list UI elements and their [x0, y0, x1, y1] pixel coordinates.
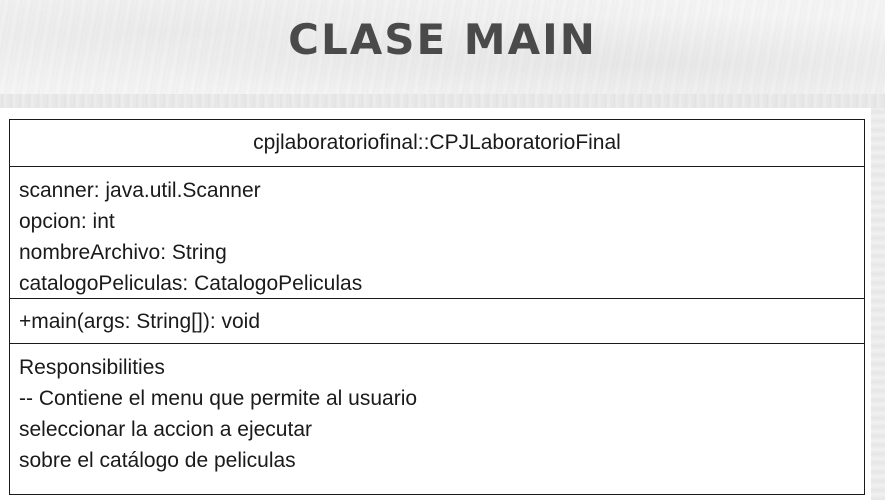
title-banner: CLASE MAIN: [0, 0, 885, 108]
uml-attribute: catalogoPeliculas: CatalogoPeliculas: [19, 272, 363, 295]
uml-attribute: nombreArchivo: String: [19, 241, 227, 264]
background-texture-strip: [871, 108, 885, 500]
uml-responsibility-line: sobre el catálogo de peliculas: [19, 449, 296, 472]
uml-operations-section: +main(args: String[]): void: [10, 299, 864, 344]
uml-class-box: cpjlaboratoriofinal::CPJLaboratorioFinal…: [9, 119, 865, 495]
uml-responsibility-line: seleccionar la accion a ejecutar: [19, 418, 312, 441]
uml-responsibilities-section: Responsibilities -- Contiene el menu que…: [10, 344, 864, 494]
uml-responsibilities-heading: Responsibilities: [19, 356, 165, 379]
slide-title: CLASE MAIN: [288, 15, 597, 64]
uml-attribute: opcion: int: [19, 210, 115, 233]
uml-attributes-section: scanner: java.util.Scanner opcion: int n…: [10, 167, 864, 299]
uml-operation: +main(args: String[]): void: [19, 310, 261, 333]
uml-attribute: scanner: java.util.Scanner: [19, 179, 261, 202]
uml-responsibility-line: -- Contiene el menu que permite al usuar…: [19, 387, 418, 410]
uml-class-name: cpjlaboratoriofinal::CPJLaboratorioFinal: [10, 120, 864, 167]
